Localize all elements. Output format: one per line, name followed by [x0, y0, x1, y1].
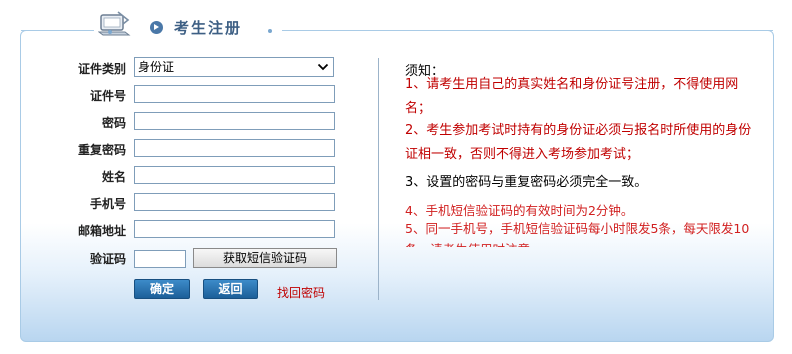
phone-input[interactable] [134, 193, 335, 211]
password-input[interactable] [134, 112, 335, 130]
notice-item-2: 2、考生参加考试时持有的身份证必须与报名时所使用的身份证相一致，否则不得进入考场… [405, 123, 752, 162]
id-type-select[interactable]: 身份证 [134, 57, 334, 77]
id-number-input[interactable] [134, 85, 335, 103]
id-number-label: 证件号 [89, 89, 126, 103]
phone-label: 手机号 [89, 197, 126, 211]
vertical-divider [378, 58, 379, 300]
password-label: 密码 [101, 116, 126, 130]
verification-code-input[interactable] [134, 250, 186, 268]
notice-item-3: 3、设置的密码与重复密码必须完全一致。 [405, 175, 648, 190]
notice-item-1: 1、请考生用自己的真实姓名和身份证号注册，不得使用网名； [405, 77, 739, 116]
id-type-label: 证件类别 [77, 62, 126, 76]
notice-scroll-area: 4、手机短信验证码的有效时间为2分钟。 5、同一手机号，手机短信验证码每小时限发… [405, 200, 761, 247]
name-label: 姓名 [101, 170, 126, 184]
notice-item-5: 5、同一手机号，手机短信验证码每小时限发5条，每天限发10条，请考生使用时注意。 [405, 221, 750, 247]
play-circle-icon [150, 21, 163, 34]
id-type-value: 身份证 [138, 60, 175, 74]
back-button[interactable]: 返回 [203, 279, 258, 299]
confirm-button[interactable]: 确定 [134, 279, 190, 299]
title-dot-decoration [108, 30, 112, 34]
page-title: 考生注册 [174, 19, 243, 37]
confirm-password-input[interactable] [134, 139, 335, 157]
monitor-icon [98, 11, 131, 36]
email-label: 邮箱地址 [77, 224, 126, 238]
title-rule-left [21, 30, 97, 31]
email-input[interactable] [134, 220, 335, 238]
title-rule-right [270, 30, 773, 31]
name-input[interactable] [134, 166, 335, 184]
title-dot-decoration [268, 29, 272, 33]
forgot-password-link[interactable]: 找回密码 [277, 284, 325, 301]
confirm-password-label: 重复密码 [77, 143, 126, 157]
chevron-down-icon [317, 63, 329, 71]
get-sms-code-button[interactable]: 获取短信验证码 [193, 248, 337, 268]
code-label: 验证码 [89, 252, 126, 266]
